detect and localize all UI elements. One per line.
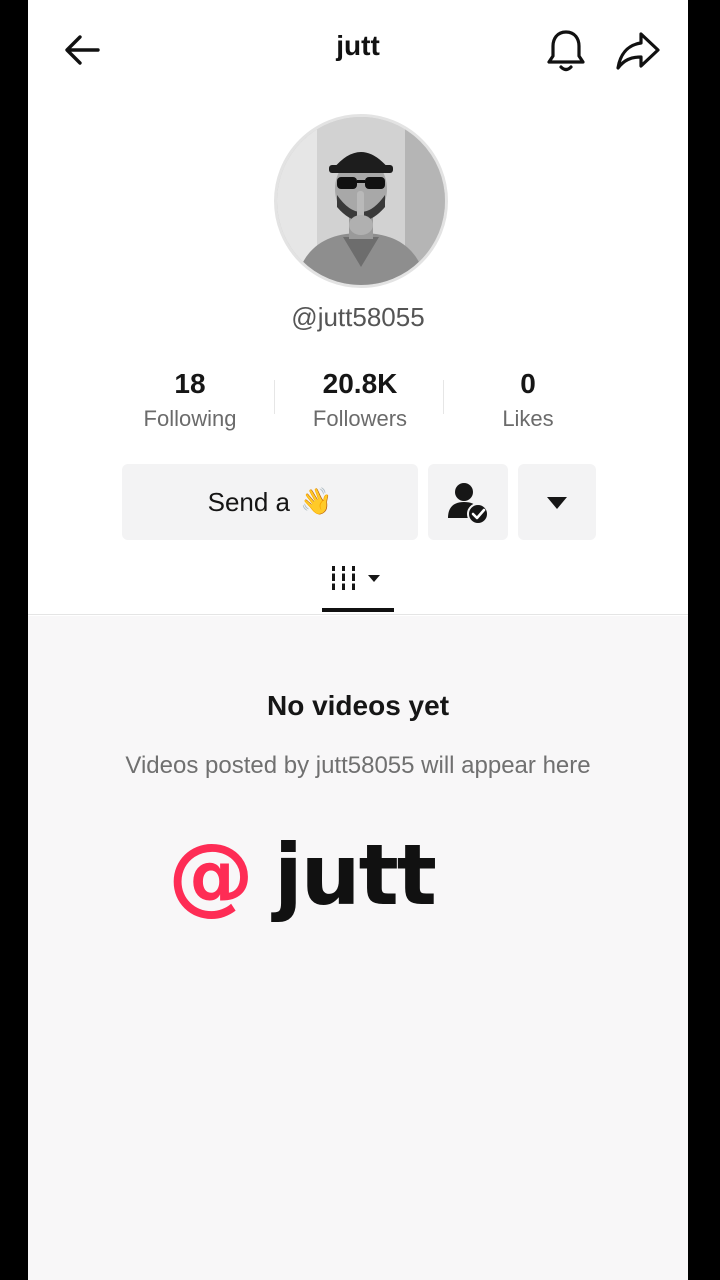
bell-icon (547, 30, 585, 72)
likes-label: Likes (502, 406, 554, 431)
notifications-button[interactable] (544, 26, 588, 74)
wave-emoji: 👋 (300, 487, 333, 517)
followers-label: Followers (312, 406, 408, 431)
stat-divider (274, 380, 275, 414)
likes-count: 0 (520, 368, 536, 399)
share-button[interactable] (614, 28, 662, 74)
page-title: jutt (336, 30, 380, 61)
stat-followers[interactable]: 20.8K Followers (290, 366, 430, 432)
avatar[interactable] (274, 114, 448, 288)
empty-state-subtitle: Videos posted by jutt58055 will appear h… (125, 752, 591, 779)
watermark-at-symbol: @ (168, 825, 254, 925)
stat-following[interactable]: 18 Following (120, 366, 260, 432)
username: @jutt58055 (291, 302, 425, 332)
following-label: Following (143, 406, 237, 431)
following-status-button[interactable] (428, 464, 508, 540)
chevron-down-icon (547, 497, 567, 509)
send-wave-button[interactable]: Send a 👋 (122, 464, 418, 540)
stat-divider (443, 380, 444, 414)
share-icon (616, 32, 660, 70)
empty-state-title: No videos yet (266, 690, 450, 721)
suggested-accounts-button[interactable] (518, 464, 596, 540)
tab-divider (28, 614, 688, 615)
avatar-image (277, 117, 445, 285)
tab-indicator (322, 608, 394, 612)
friends-check-icon (448, 483, 489, 525)
send-label: Send a (207, 486, 291, 517)
top-bar: jutt (28, 0, 688, 100)
stat-likes[interactable]: 0 Likes (458, 366, 598, 432)
watermark-logo: @ jutt (168, 820, 468, 930)
tab-videos[interactable] (320, 556, 396, 610)
watermark-text: jutt (274, 826, 437, 924)
grid-icon (330, 566, 380, 590)
followers-count: 20.8K (322, 368, 398, 399)
following-count: 18 (174, 368, 206, 399)
profile-screen: jutt @jutt58055 18 Following 20.8K Follo… (28, 0, 688, 1280)
